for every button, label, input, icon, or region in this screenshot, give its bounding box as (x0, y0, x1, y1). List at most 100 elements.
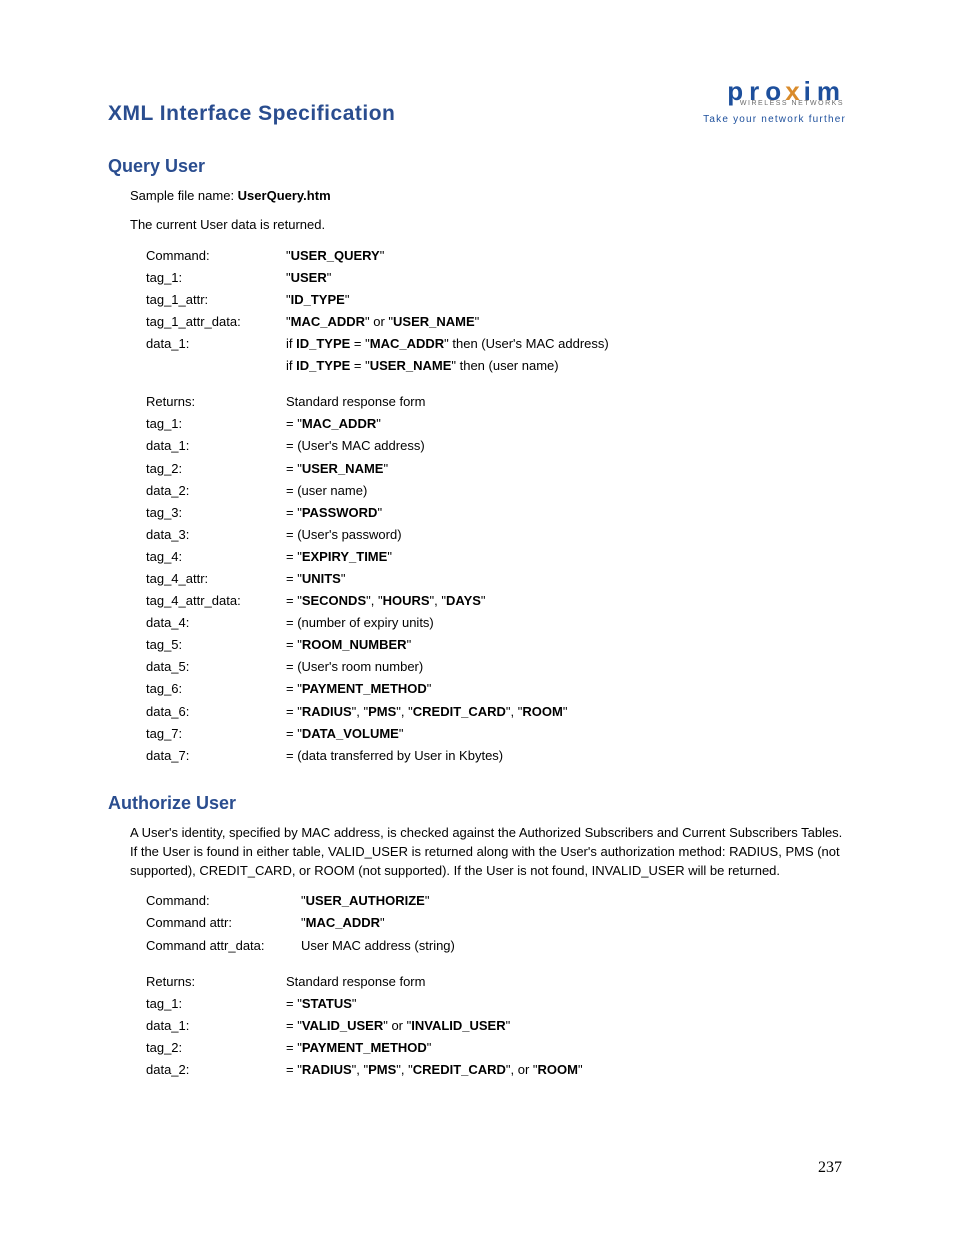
spec-value: "MAC_ADDR" or "USER_NAME" (286, 311, 846, 333)
query-user-description: The current User data is returned. (130, 216, 846, 235)
spec-value: = "UNITS" (286, 568, 846, 590)
spec-row: tag_7:= "DATA_VOLUME" (146, 723, 846, 745)
spec-row: Returns:Standard response form (146, 391, 846, 413)
spec-value: = (user name) (286, 480, 846, 502)
spec-value: = "EXPIRY_TIME" (286, 546, 846, 568)
spec-value: "USER" (286, 267, 846, 289)
spec-value: = "RADIUS", "PMS", "CREDIT_CARD", "ROOM" (286, 701, 846, 723)
spec-value: User MAC address (string) (301, 935, 846, 957)
spec-value: = "VALID_USER" or "INVALID_USER" (286, 1015, 846, 1037)
spec-row: tag_4_attr:= "UNITS" (146, 568, 846, 590)
authorize-user-request-table: Command:"USER_AUTHORIZE"Command attr:"MA… (146, 890, 846, 956)
query-user-request-table: Command:"USER_QUERY"tag_1:"USER"tag_1_at… (146, 245, 846, 378)
page-number: 237 (818, 1159, 842, 1177)
spec-row: data_3:= (User's password) (146, 524, 846, 546)
spec-value: = "MAC_ADDR" (286, 413, 846, 435)
spec-label: data_2: (146, 1059, 286, 1081)
spec-label (146, 355, 286, 377)
spec-value: if ID_TYPE = "MAC_ADDR" then (User's MAC… (286, 333, 846, 355)
spec-row: tag_3:= "PASSWORD" (146, 502, 846, 524)
spec-row: Command:"USER_AUTHORIZE" (146, 890, 846, 912)
spec-value: Standard response form (286, 971, 846, 993)
spec-label: data_6: (146, 701, 286, 723)
sample-file-label: Sample file name: (130, 188, 238, 203)
spec-value: = "RADIUS", "PMS", "CREDIT_CARD", or "RO… (286, 1059, 846, 1081)
spec-row: Command attr_data:User MAC address (stri… (146, 935, 846, 957)
spec-label: data_2: (146, 480, 286, 502)
spec-row: data_6:= "RADIUS", "PMS", "CREDIT_CARD",… (146, 701, 846, 723)
spec-label: tag_4_attr: (146, 568, 286, 590)
spec-row: tag_1:= "MAC_ADDR" (146, 413, 846, 435)
spec-row: if ID_TYPE = "USER_NAME" then (user name… (146, 355, 846, 377)
spec-value: = (User's MAC address) (286, 435, 846, 457)
spec-label: data_4: (146, 612, 286, 634)
spec-row: data_5:= (User's room number) (146, 656, 846, 678)
page: XML Interface Specification proxim WIREL… (0, 0, 954, 1235)
spec-row: data_2:= (user name) (146, 480, 846, 502)
spec-value: "USER_AUTHORIZE" (301, 890, 846, 912)
spec-row: Returns:Standard response form (146, 971, 846, 993)
spec-value: = "USER_NAME" (286, 458, 846, 480)
section-title-query-user: Query User (108, 156, 846, 177)
spec-label: tag_1: (146, 993, 286, 1015)
section-title-authorize-user: Authorize User (108, 793, 846, 814)
spec-row: tag_1:= "STATUS" (146, 993, 846, 1015)
spec-value: = "ROOM_NUMBER" (286, 634, 846, 656)
spec-label: data_1: (146, 333, 286, 355)
spec-label: tag_2: (146, 1037, 286, 1059)
spec-value: if ID_TYPE = "USER_NAME" then (user name… (286, 355, 846, 377)
sample-file-line: Sample file name: UserQuery.htm (130, 187, 846, 206)
spec-label: tag_1: (146, 267, 286, 289)
spec-row: data_4:= (number of expiry units) (146, 612, 846, 634)
spec-row: data_1:= (User's MAC address) (146, 435, 846, 457)
spec-value: = (data transferred by User in Kbytes) (286, 745, 846, 767)
spec-label: Command attr_data: (146, 935, 301, 957)
spec-label: tag_1_attr: (146, 289, 286, 311)
spec-value: = (User's room number) (286, 656, 846, 678)
spec-label: tag_5: (146, 634, 286, 656)
spec-value: = "PASSWORD" (286, 502, 846, 524)
sample-file-name: UserQuery.htm (238, 188, 331, 203)
spec-row: data_7:= (data transferred by User in Kb… (146, 745, 846, 767)
document-title: XML Interface Specification (108, 102, 395, 126)
spec-row: tag_2:= "USER_NAME" (146, 458, 846, 480)
spec-label: tag_1: (146, 413, 286, 435)
spec-row: data_1:= "VALID_USER" or "INVALID_USER" (146, 1015, 846, 1037)
authorize-user-description: A User's identity, specified by MAC addr… (130, 824, 846, 881)
brand-logo: proxim WIRELESS NETWORKS Take your netwo… (703, 78, 846, 125)
spec-value: = "DATA_VOLUME" (286, 723, 846, 745)
spec-row: tag_2:= "PAYMENT_METHOD" (146, 1037, 846, 1059)
spec-label: data_7: (146, 745, 286, 767)
spec-row: data_1:if ID_TYPE = "MAC_ADDR" then (Use… (146, 333, 846, 355)
spec-label: tag_6: (146, 678, 286, 700)
spec-label: tag_3: (146, 502, 286, 524)
query-user-response-table: Returns:Standard response formtag_1:= "M… (146, 391, 846, 767)
page-header: XML Interface Specification proxim WIREL… (108, 78, 846, 126)
spec-row: data_2:= "RADIUS", "PMS", "CREDIT_CARD",… (146, 1059, 846, 1081)
spec-label: data_1: (146, 1015, 286, 1037)
spec-row: tag_5:= "ROOM_NUMBER" (146, 634, 846, 656)
spec-value: Standard response form (286, 391, 846, 413)
spec-row: tag_6:= "PAYMENT_METHOD" (146, 678, 846, 700)
spec-label: Returns: (146, 971, 286, 993)
spec-value: = (User's password) (286, 524, 846, 546)
spec-label: tag_7: (146, 723, 286, 745)
spec-row: tag_1_attr:"ID_TYPE" (146, 289, 846, 311)
spec-label: tag_1_attr_data: (146, 311, 286, 333)
spec-label: data_5: (146, 656, 286, 678)
spec-row: tag_4:= "EXPIRY_TIME" (146, 546, 846, 568)
spec-value: = "STATUS" (286, 993, 846, 1015)
spec-label: Command attr: (146, 912, 301, 934)
spec-label: data_3: (146, 524, 286, 546)
spec-value: = "SECONDS", "HOURS", "DAYS" (286, 590, 846, 612)
spec-row: tag_4_attr_data:= "SECONDS", "HOURS", "D… (146, 590, 846, 612)
logo-subtext: WIRELESS NETWORKS (703, 100, 844, 107)
spec-label: tag_4_attr_data: (146, 590, 286, 612)
logo-tagline: Take your network further (703, 115, 846, 125)
spec-value: "ID_TYPE" (286, 289, 846, 311)
spec-row: tag_1_attr_data:"MAC_ADDR" or "USER_NAME… (146, 311, 846, 333)
spec-value: = "PAYMENT_METHOD" (286, 678, 846, 700)
spec-row: Command:"USER_QUERY" (146, 245, 846, 267)
spec-label: Command: (146, 245, 286, 267)
spec-row: Command attr:"MAC_ADDR" (146, 912, 846, 934)
